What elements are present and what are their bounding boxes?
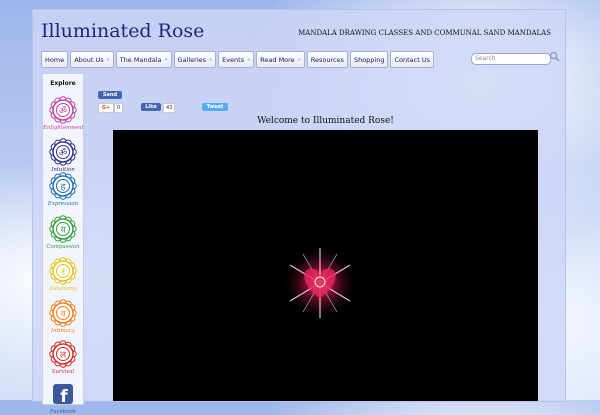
sidebar-item-label: Survival [51, 369, 75, 375]
sidebar-item-intimacy[interactable]: व Intimacy [43, 299, 83, 334]
nav-item-label: Home [45, 55, 65, 64]
search-icon[interactable] [549, 51, 560, 62]
facebook-like-count: 43 [163, 103, 176, 113]
sidebar-item-expression[interactable]: ह Expression [43, 172, 83, 207]
nav-item-label: About Us [74, 55, 104, 64]
sidebar-item-label: Expression [47, 201, 79, 207]
sidebar-item-intuition[interactable]: ॐ Intuition [43, 138, 83, 173]
explore-sidebar: Explore ॐ Enlightenment ॐ Intuition ह Express… [42, 73, 84, 415]
sidebar-heading: Explore [50, 80, 76, 87]
site-title[interactable]: Illuminated Rose [41, 20, 204, 42]
nav-item-label: Events [222, 55, 245, 64]
nav-item-label: The Mandala [119, 55, 162, 64]
dropdown-arrow-icon: » [209, 56, 213, 63]
site-tagline: MANDALA DRAWING CLASSES AND COMMUNAL SAN… [298, 29, 551, 37]
svg-text:य: य [60, 226, 66, 236]
nav-item-resources[interactable]: Resources [306, 51, 348, 68]
sidebar-item-survival[interactable]: ल Survival [43, 340, 83, 375]
google-plus-count: 0 [114, 103, 124, 113]
dropdown-arrow-icon: » [106, 56, 110, 63]
nav-item-label: Contact Us [394, 55, 430, 64]
nav-item-label: Resources [310, 55, 344, 64]
nav-item-shopping[interactable]: Shopping [349, 51, 389, 68]
dropdown-arrow-icon: » [297, 56, 301, 63]
nav-item-home[interactable]: Home [41, 51, 69, 68]
facebook-like-button[interactable]: Like [141, 103, 161, 111]
nav-item-galleries[interactable]: Galleries» [173, 51, 217, 68]
root-chakra-icon: ल [49, 340, 77, 368]
svg-text:f: f [60, 387, 68, 407]
svg-text:र: र [61, 268, 65, 278]
nav-item-the-mandala[interactable]: The Mandala» [115, 51, 172, 68]
mandala-animation-frame [282, 245, 358, 321]
facebook-icon: f [53, 384, 73, 407]
sidebar-item-label: Enlightenment [43, 125, 84, 131]
dropdown-arrow-icon: » [164, 56, 168, 63]
sidebar-item-compassion[interactable]: य Compassion [43, 215, 83, 250]
nav-item-events[interactable]: Events» [218, 51, 255, 68]
sidebar-item-label: Intimacy [51, 328, 75, 334]
svg-text:ह: ह [61, 183, 66, 193]
sidebar-item-label: Compassion [46, 244, 80, 250]
sidebar-item-autonomy[interactable]: र Autonomy [43, 257, 83, 292]
svg-text:ॐ: ॐ [59, 148, 67, 159]
throat-chakra-icon: ह [49, 172, 77, 200]
nav-item-contact-us[interactable]: Contact Us [390, 51, 434, 68]
sacral-chakra-icon: व [49, 299, 77, 327]
facebook-send-button[interactable]: Send [98, 91, 122, 99]
welcome-heading: Welcome to Illuminated Rose! [257, 116, 394, 126]
nav-item-label: Read More [260, 55, 295, 64]
page-container: Illuminated Rose MANDALA DRAWING CLASSES… [32, 9, 566, 415]
sidebar-item-label: Facebook [49, 409, 76, 415]
third-eye-chakra-icon: ॐ [49, 138, 77, 166]
sidebar-item-label: Autonomy [49, 286, 77, 292]
tweet-button[interactable]: Tweet [202, 103, 228, 111]
sidebar-item-facebook[interactable]: f Facebook [43, 380, 83, 415]
nav-item-read-more[interactable]: Read More» [256, 51, 305, 68]
svg-text:ल: ल [60, 351, 67, 361]
svg-text:ॐ: ॐ [59, 106, 67, 117]
video-player[interactable] [113, 130, 538, 401]
dropdown-arrow-icon: » [247, 56, 251, 63]
heart-chakra-icon: य [49, 215, 77, 243]
search-input[interactable]: Search [471, 53, 551, 65]
sidebar-item-enlightenment[interactable]: ॐ Enlightenment [43, 96, 84, 131]
nav-item-label: Shopping [353, 55, 385, 64]
solar-plexus-chakra-icon: र [49, 257, 77, 285]
main-nav: Home About Us» The Mandala» Galleries» Event… [41, 51, 434, 68]
nav-item-about-us[interactable]: About Us» [70, 51, 114, 68]
nav-item-label: Galleries [177, 55, 207, 64]
google-plus-button[interactable]: G+ [98, 103, 114, 113]
crown-chakra-icon: ॐ [49, 96, 77, 124]
